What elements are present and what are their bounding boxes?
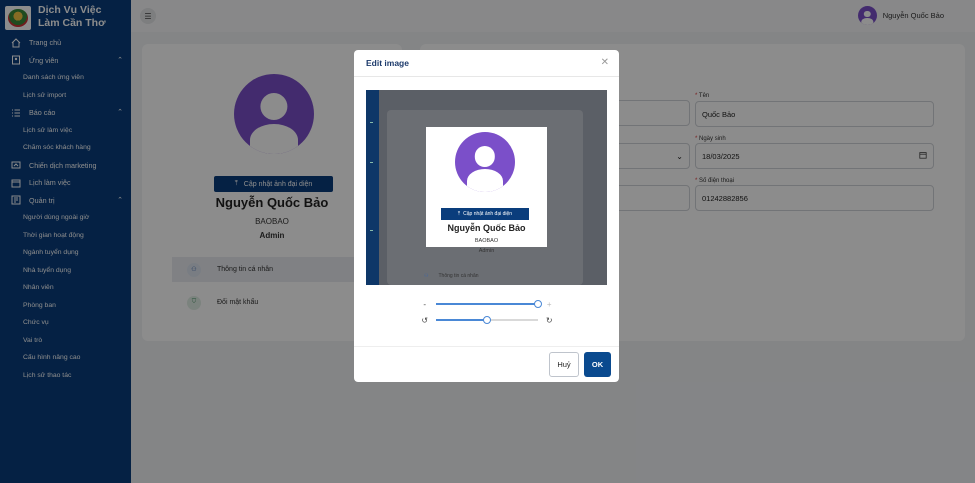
zoom-slider[interactable] xyxy=(435,300,543,308)
close-icon[interactable]: ✕ xyxy=(601,57,609,68)
rotate-left-icon[interactable]: ↺ xyxy=(417,316,433,325)
ok-button[interactable]: OK xyxy=(584,352,611,377)
crop-username: BAOBAO xyxy=(474,238,499,244)
cancel-button[interactable]: Huỷ xyxy=(549,352,579,377)
modal-footer: Huỷ OK xyxy=(354,346,619,382)
crop-preview-sidebar xyxy=(366,90,379,285)
rotate-right-icon[interactable]: ↻ xyxy=(541,316,557,325)
person-icon: ⚇ xyxy=(424,273,429,279)
crop-name: Nguyễn Quốc Bảo xyxy=(447,223,526,233)
crop-upload-button: ⤒ Cập nhật ảnh đại diện xyxy=(441,208,529,220)
zoom-out-button[interactable]: - xyxy=(417,300,433,309)
image-controls: - + ↺ ↻ xyxy=(417,296,557,328)
zoom-in-button[interactable]: + xyxy=(541,300,557,309)
rotate-slider[interactable] xyxy=(435,316,539,324)
zoom-row: - + xyxy=(417,296,557,312)
rotate-slider-thumb[interactable] xyxy=(482,316,491,324)
modal-title: Edit image xyxy=(354,50,619,77)
image-crop-area[interactable]: ⤒ Cập nhật ảnh đại diện Nguyễn Quốc Bảo B… xyxy=(366,90,607,285)
crop-avatar xyxy=(455,132,515,192)
crop-role: Admin xyxy=(478,248,495,254)
rotate-row: ↺ ↻ xyxy=(417,312,557,328)
crop-window[interactable]: ⤒ Cập nhật ảnh đại diện Nguyễn Quốc Bảo B… xyxy=(426,127,547,247)
crop-menu-item: ⚇ Thông tin cá nhân xyxy=(424,273,479,279)
edit-image-modal: Edit image ✕ ⤒ Cập nhật ảnh đại diện Nguy… xyxy=(354,50,619,382)
